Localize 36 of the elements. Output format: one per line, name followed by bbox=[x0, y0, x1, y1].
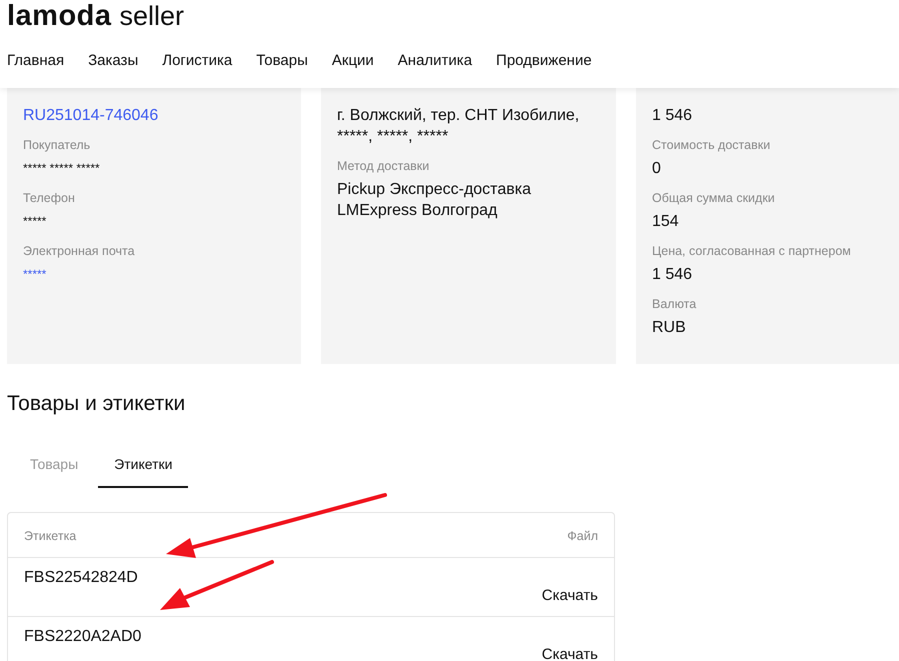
tab[interactable]: Этикетки bbox=[98, 448, 188, 488]
nav-link[interactable]: Продвижение bbox=[496, 52, 592, 69]
column-header: Файл bbox=[567, 529, 598, 543]
nav-link[interactable]: Товары bbox=[256, 52, 308, 69]
nav-link[interactable]: Акции bbox=[332, 52, 374, 69]
nav-link[interactable]: Логистика bbox=[162, 52, 232, 69]
field-value: Pickup Экспресс-доставка LMExpress Волгоград bbox=[337, 180, 532, 221]
field-link[interactable]: ***** bbox=[23, 264, 285, 285]
field-value: ***** ***** ***** bbox=[23, 160, 101, 177]
field-value: 1 546 bbox=[652, 106, 694, 126]
field-label: Общая сумма скидки bbox=[652, 191, 776, 205]
field-label: Цена, согласованная с партнером bbox=[652, 244, 852, 258]
logo[interactable]: lamoda bbox=[7, 0, 112, 33]
field-label: Покупатель bbox=[23, 138, 92, 152]
download-link[interactable]: Скачать bbox=[542, 587, 598, 604]
field-value: 154 bbox=[652, 212, 680, 232]
column-header: Этикетка bbox=[24, 529, 76, 543]
table-cell-text: FBS22542824D bbox=[24, 569, 138, 588]
field-label: Телефон bbox=[23, 191, 76, 205]
table-cell-text: FBS2220A2AD0 bbox=[24, 628, 142, 647]
nav-link[interactable]: Аналитика bbox=[398, 52, 472, 69]
nav-link[interactable]: Главная bbox=[7, 52, 64, 69]
section-title: Товары и этикетки bbox=[7, 392, 186, 416]
field-value: RUB bbox=[652, 318, 687, 338]
field-label: Валюта bbox=[652, 297, 698, 311]
field-label: Электронная почта bbox=[23, 244, 136, 258]
field-value: ***** bbox=[23, 213, 48, 230]
field-value: 0 bbox=[652, 159, 662, 179]
field-label: Стоимость доставки bbox=[652, 138, 772, 152]
logo-suffix: seller bbox=[120, 1, 184, 32]
field-link[interactable]: RU251014-746046 bbox=[23, 105, 285, 126]
field-value: 1 546 bbox=[652, 265, 694, 285]
nav-link[interactable]: Заказы bbox=[88, 52, 138, 69]
download-link[interactable]: Скачать bbox=[542, 646, 598, 661]
field-label: Метод доставки bbox=[337, 159, 430, 173]
field-value: г. Волжский, тер. СНТ Изобилие, *****, *****, ***** bbox=[337, 106, 580, 147]
